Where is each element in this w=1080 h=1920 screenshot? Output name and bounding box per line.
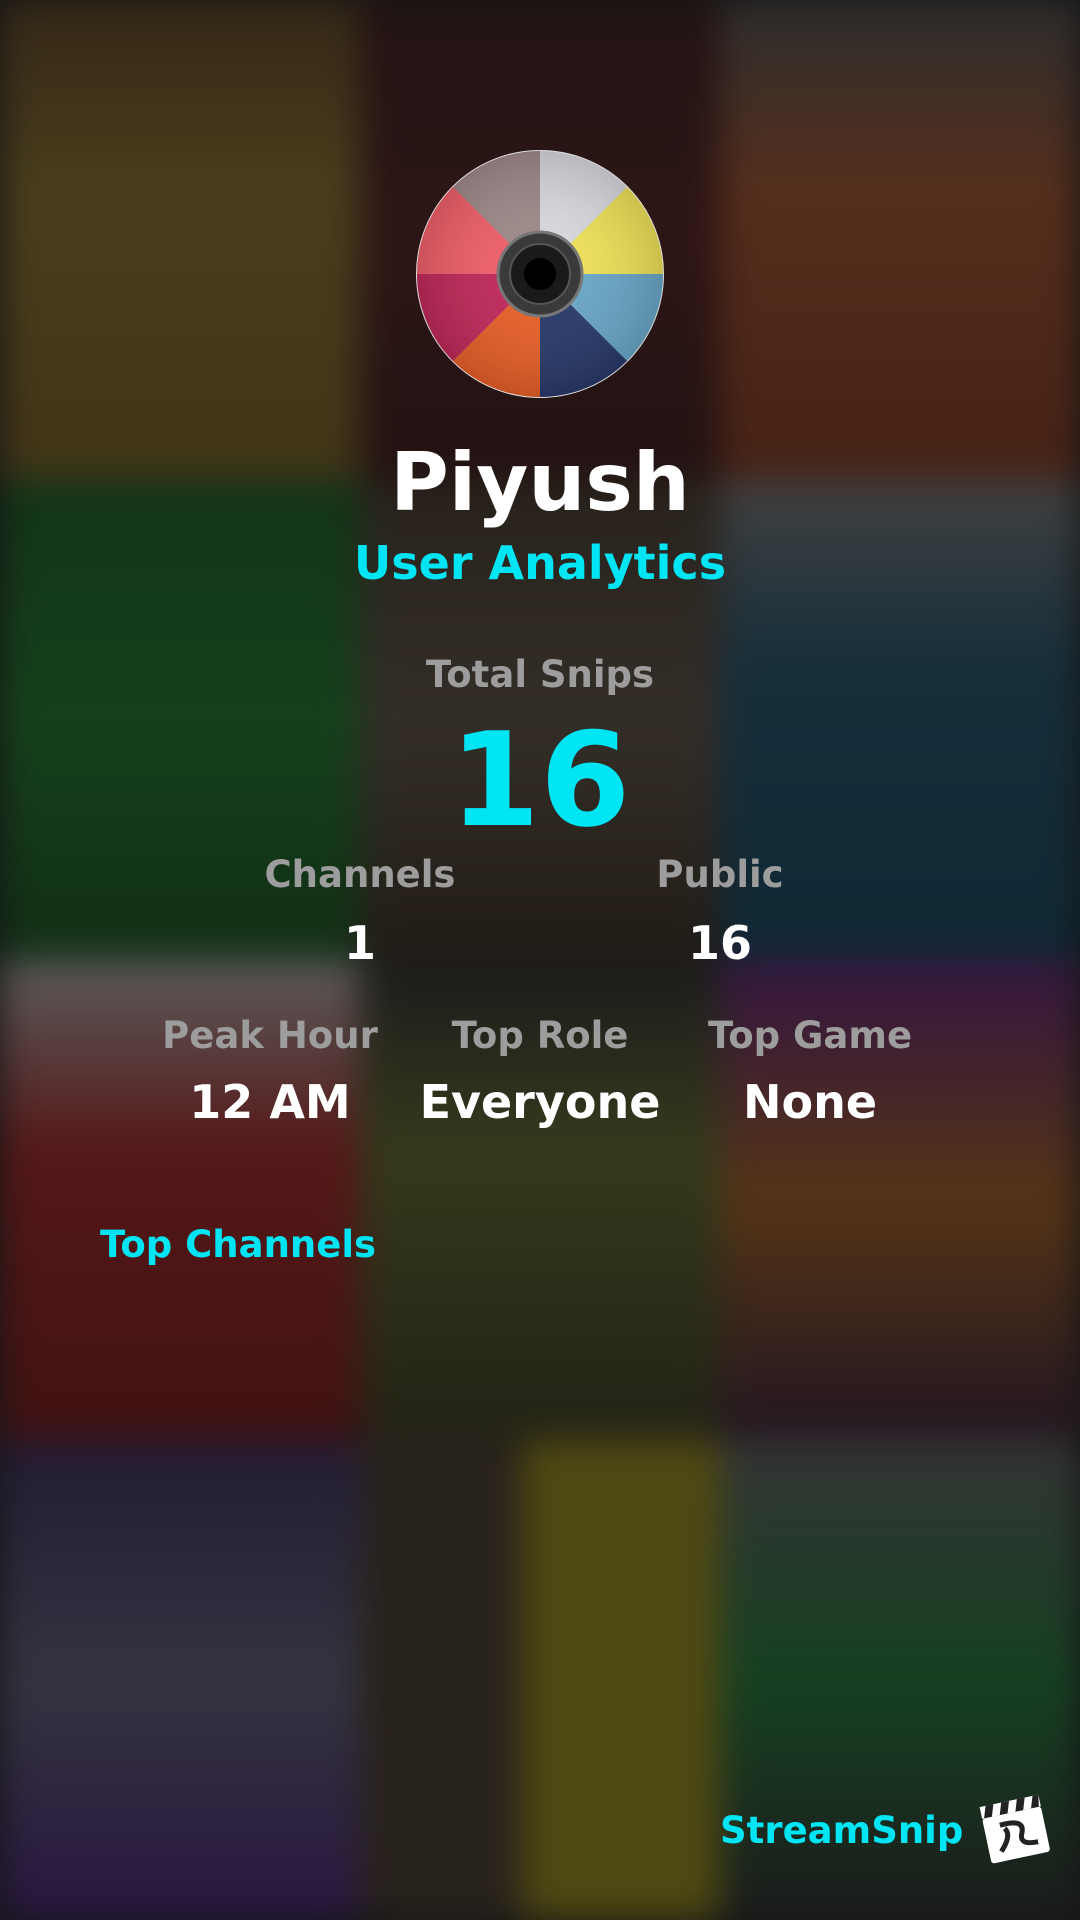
top-game-label: Top Game — [707, 1014, 913, 1057]
page-subtitle: User Analytics — [353, 536, 727, 590]
top-role-label: Top Role — [451, 1014, 629, 1057]
channels-value: 1 — [343, 916, 376, 970]
username: Piyush — [390, 436, 690, 529]
total-snips-value: 16 — [449, 704, 631, 856]
total-snips-label: Total Snips — [425, 653, 655, 696]
analytics-card: Piyush User Analytics Total Snips 16 Cha… — [0, 0, 1080, 1920]
public-value: 16 — [687, 916, 752, 970]
peak-hour-value: 12 AM — [189, 1075, 351, 1129]
public-label: Public — [656, 853, 784, 896]
top-channels-title: Top Channels — [100, 1223, 377, 1266]
top-role-value: Everyone — [419, 1075, 661, 1129]
clapperboard-icon — [977, 1790, 1055, 1872]
channels-label: Channels — [264, 853, 456, 896]
brand-name: StreamSnip — [720, 1809, 964, 1852]
cd-disc-icon — [416, 150, 664, 398]
peak-hour-label: Peak Hour — [162, 1014, 378, 1057]
top-game-value: None — [742, 1075, 878, 1129]
brand-footer: StreamSnip — [720, 1790, 1055, 1872]
